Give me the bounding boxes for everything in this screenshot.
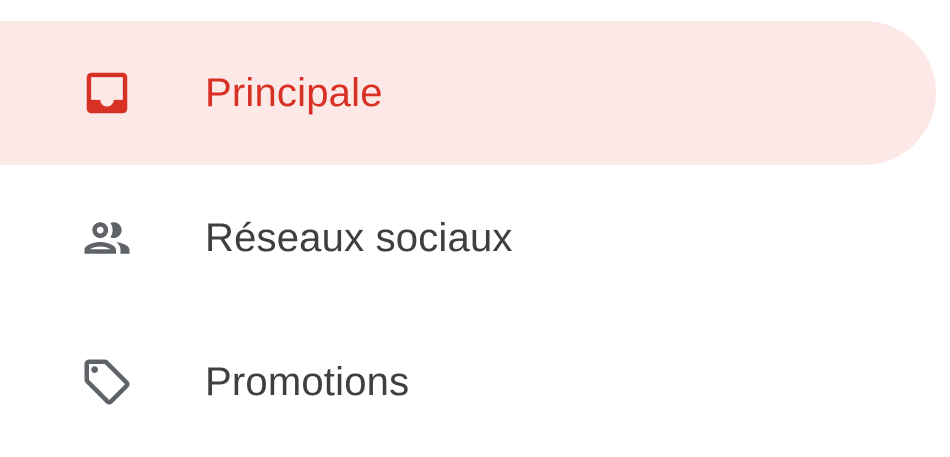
nav-item-principale[interactable]: Principale	[0, 21, 936, 165]
people-icon	[80, 211, 134, 265]
inbox-icon	[80, 66, 134, 120]
tag-icon	[80, 355, 134, 409]
nav-item-label: Réseaux sociaux	[205, 215, 513, 260]
nav-item-reseaux-sociaux[interactable]: Réseaux sociaux	[0, 166, 936, 310]
nav-item-label: Promotions	[205, 359, 410, 404]
nav-item-label: Principale	[205, 70, 383, 115]
nav-item-promotions[interactable]: Promotions	[0, 310, 936, 454]
category-nav-list: Principale Réseaux sociaux Promotions	[0, 0, 950, 457]
